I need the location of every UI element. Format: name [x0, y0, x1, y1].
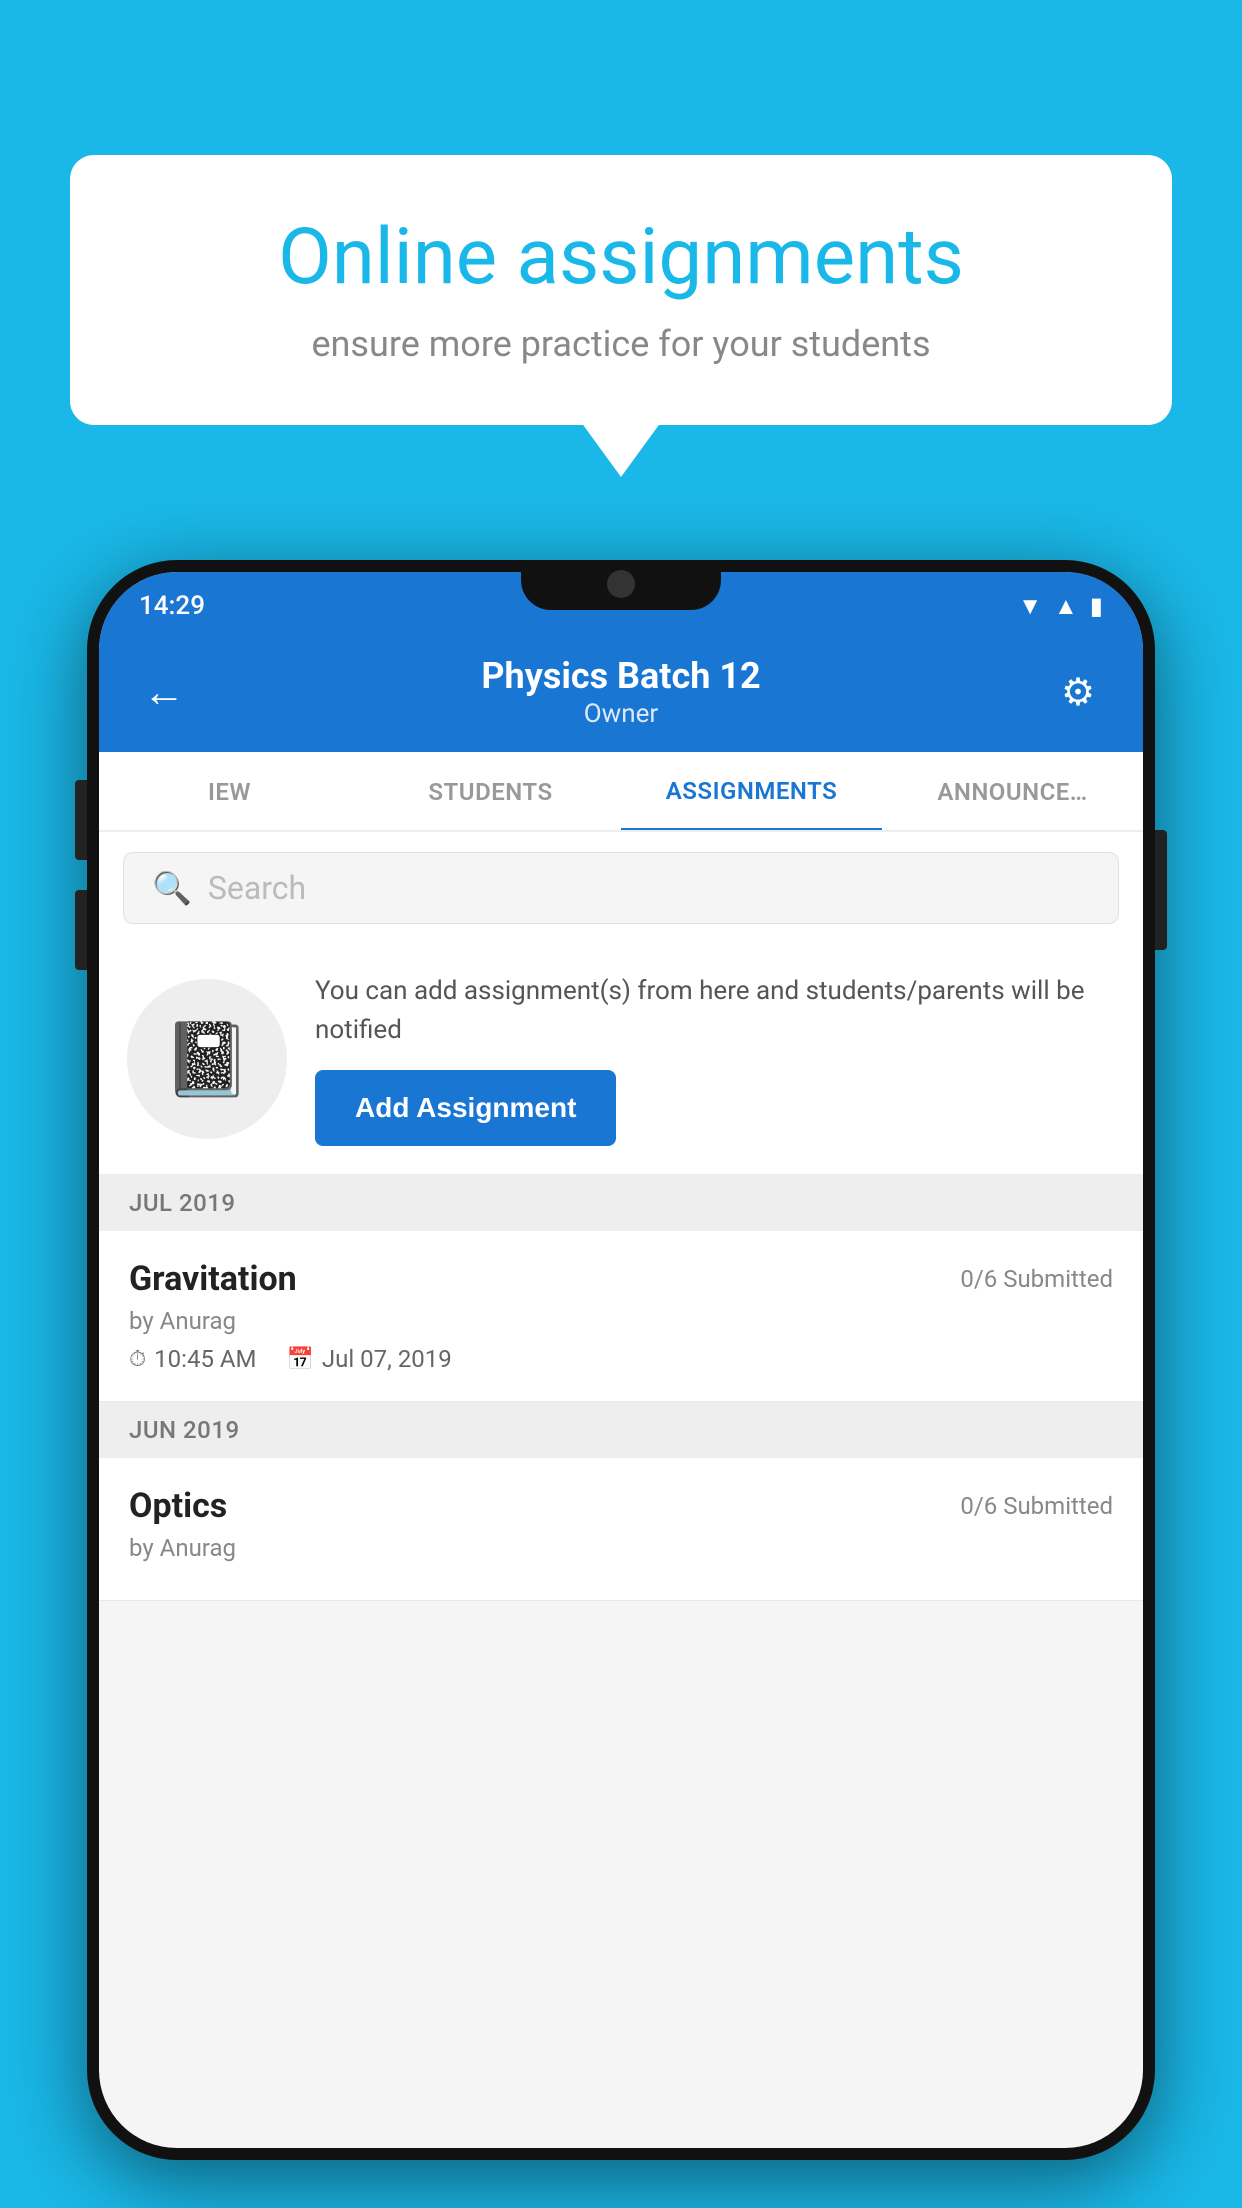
phone-button-power [1155, 830, 1167, 950]
assignment-submitted-optics: 0/6 Submitted [960, 1492, 1113, 1520]
signal-icon: ▲ [1054, 592, 1078, 621]
assignment-name-gravitation: Gravitation [129, 1259, 297, 1299]
search-icon: 🔍 [152, 869, 192, 907]
assignment-time-gravitation: ⏱ 10:45 AM [129, 1345, 257, 1373]
promo-icon-circle: 📓 [127, 979, 287, 1139]
phone-camera [607, 570, 635, 598]
clock-icon: ⏱ [129, 1347, 146, 1372]
bubble-title: Online assignments [140, 215, 1102, 301]
tab-announcements[interactable]: ANNOUNCE… [882, 754, 1143, 832]
app-bar-title-wrap: Physics Batch 12 Owner [199, 655, 1043, 728]
tab-iew[interactable]: IEW [99, 754, 360, 832]
status-time: 14:29 [139, 591, 205, 621]
assignment-time-value: 10:45 AM [154, 1345, 256, 1373]
assignment-item-gravitation[interactable]: Gravitation 0/6 Submitted by Anurag ⏱ 10… [99, 1231, 1143, 1402]
tab-assignments[interactable]: ASSIGNMENTS [621, 754, 882, 832]
wifi-icon: ▼ [1018, 592, 1042, 621]
assignment-date-value: Jul 07, 2019 [322, 1345, 452, 1373]
promo-description: You can add assignment(s) from here and … [315, 972, 1115, 1050]
phone-screen: 14:29 ▼ ▲ ▮ ← Physics Batch 12 Owner ⚙ I… [99, 572, 1143, 2148]
settings-button[interactable]: ⚙ [1043, 670, 1113, 715]
assignment-date-gravitation: 📅 Jul 07, 2019 [287, 1345, 452, 1373]
assignment-name-optics: Optics [129, 1486, 227, 1526]
phone-outer: 14:29 ▼ ▲ ▮ ← Physics Batch 12 Owner ⚙ I… [87, 560, 1155, 2160]
app-bar-title: Physics Batch 12 [199, 655, 1043, 698]
assignment-item-optics[interactable]: Optics 0/6 Submitted by Anurag [99, 1458, 1143, 1601]
battery-icon: ▮ [1090, 592, 1103, 620]
app-bar: ← Physics Batch 12 Owner ⚙ [99, 632, 1143, 752]
search-bar[interactable]: 🔍 Search [123, 852, 1119, 924]
status-icons: ▼ ▲ ▮ [1018, 592, 1103, 621]
speech-bubble-container: Online assignments ensure more practice … [70, 155, 1172, 425]
speech-bubble: Online assignments ensure more practice … [70, 155, 1172, 425]
calendar-icon: 📅 [287, 1347, 314, 1372]
search-bar-wrap: 🔍 Search [99, 832, 1143, 944]
add-assignment-button[interactable]: Add Assignment [315, 1070, 616, 1146]
section-header-jun: JUN 2019 [99, 1402, 1143, 1458]
phone-button-volume-down [75, 890, 87, 970]
promo-right: You can add assignment(s) from here and … [315, 972, 1115, 1146]
bubble-subtitle: ensure more practice for your students [140, 323, 1102, 365]
assignment-meta-gravitation: ⏱ 10:45 AM 📅 Jul 07, 2019 [129, 1345, 1113, 1373]
assignment-top: Gravitation 0/6 Submitted [129, 1259, 1113, 1299]
notebook-icon: 📓 [162, 1017, 252, 1102]
search-placeholder: Search [208, 869, 306, 907]
assignment-submitted-gravitation: 0/6 Submitted [960, 1265, 1113, 1293]
app-bar-subtitle: Owner [199, 699, 1043, 729]
section-header-jul: JUL 2019 [99, 1175, 1143, 1231]
phone-button-volume-up [75, 780, 87, 860]
tab-students[interactable]: STUDENTS [360, 754, 621, 832]
phone-wrap: 14:29 ▼ ▲ ▮ ← Physics Batch 12 Owner ⚙ I… [87, 560, 1155, 2160]
back-button[interactable]: ← [129, 668, 199, 717]
tabs-bar: IEW STUDENTS ASSIGNMENTS ANNOUNCE… [99, 752, 1143, 832]
assignment-by-gravitation: by Anurag [129, 1307, 1113, 1335]
assignment-by-optics: by Anurag [129, 1534, 1113, 1562]
assignment-top-optics: Optics 0/6 Submitted [129, 1486, 1113, 1526]
assignment-promo: 📓 You can add assignment(s) from here an… [99, 944, 1143, 1175]
phone-notch [521, 560, 721, 610]
